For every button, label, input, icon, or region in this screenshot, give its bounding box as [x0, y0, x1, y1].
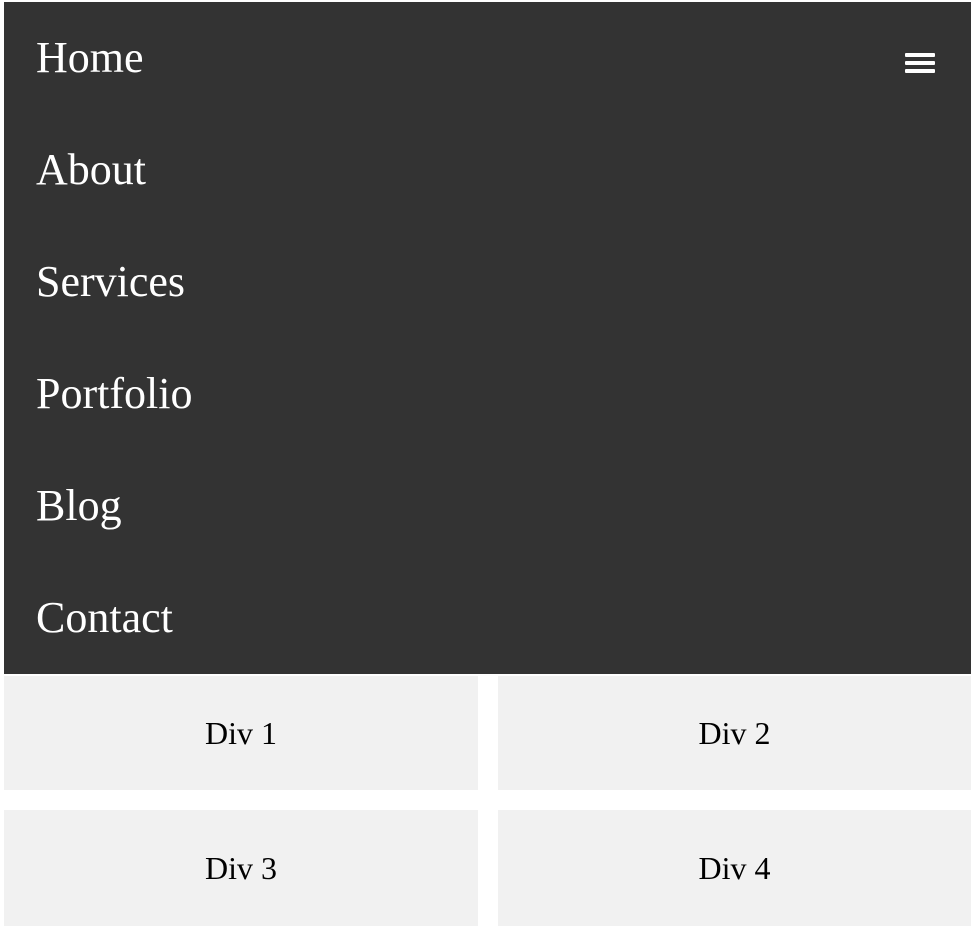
content-box-4: Div 4 [498, 810, 971, 926]
nav-item-blog[interactable]: Blog [36, 481, 122, 531]
hamburger-bar [905, 69, 935, 73]
content-box-1: Div 1 [4, 676, 478, 790]
nav-item-home[interactable]: Home [36, 33, 144, 83]
hamburger-bar [905, 61, 935, 65]
content-box-2: Div 2 [498, 676, 971, 790]
content-box-3: Div 3 [4, 810, 478, 926]
hamburger-bar [905, 53, 935, 57]
nav-item-services[interactable]: Services [36, 257, 185, 307]
nav-item-portfolio[interactable]: Portfolio [36, 369, 192, 419]
nav-item-about[interactable]: About [36, 145, 146, 195]
navigation-menu: Home About Services Portfolio Blog Conta… [4, 2, 971, 674]
hamburger-menu-icon[interactable] [905, 49, 935, 77]
nav-item-contact[interactable]: Contact [36, 593, 173, 643]
